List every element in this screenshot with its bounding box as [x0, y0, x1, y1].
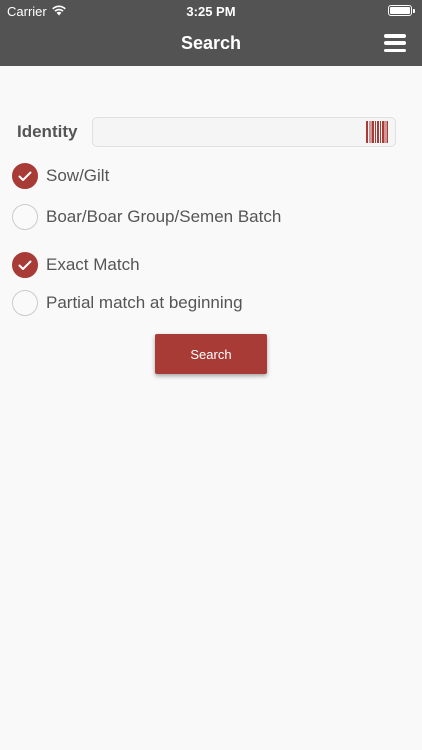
option-sow-gilt[interactable]: Sow/Gilt: [12, 163, 109, 189]
battery-icon: [388, 5, 415, 16]
radio-unchecked-icon[interactable]: [12, 204, 38, 230]
option-label: Sow/Gilt: [46, 166, 110, 185]
search-button[interactable]: Search: [155, 334, 267, 374]
checkmark-icon[interactable]: [12, 163, 38, 189]
page-title: Search: [180, 33, 242, 53]
option-exact-match[interactable]: Exact Match: [12, 252, 140, 278]
top-bar: Carrier 3:25 PM Search: [0, 0, 422, 66]
hamburger-menu-icon[interactable]: [384, 34, 406, 52]
identity-input[interactable]: [92, 117, 396, 147]
option-label: Exact Match: [46, 255, 140, 274]
radio-unchecked-icon[interactable]: [12, 290, 38, 316]
identity-label: Identity: [17, 122, 78, 141]
option-label: Partial match at beginning: [46, 293, 243, 312]
barcode-scan-icon[interactable]: [366, 121, 388, 143]
option-partial-match[interactable]: Partial match at beginning: [12, 290, 243, 316]
status-time: 3:25 PM: [186, 4, 236, 19]
option-boar-group[interactable]: Boar/Boar Group/Semen Batch: [12, 204, 281, 230]
status-bar: Carrier 3:25 PM: [0, 0, 422, 22]
option-label: Boar/Boar Group/Semen Batch: [46, 207, 282, 226]
checkmark-icon[interactable]: [12, 252, 38, 278]
